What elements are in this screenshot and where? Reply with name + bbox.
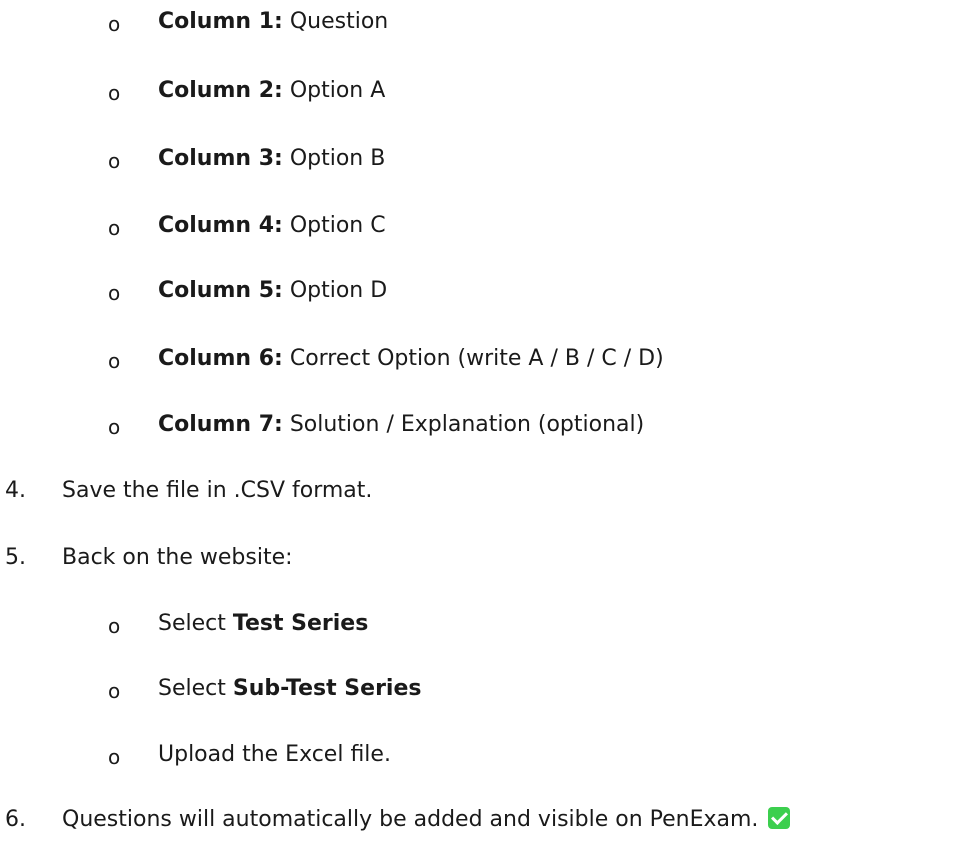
bullet-icon: o xyxy=(108,679,121,703)
bullet-icon: o xyxy=(108,349,121,373)
bullet-icon: o xyxy=(108,12,121,36)
bullet-icon: o xyxy=(108,216,121,240)
check-mark-button-icon xyxy=(768,807,791,829)
column-label: Column 4: xyxy=(158,213,283,238)
column-value: Solution / Explanation (optional) xyxy=(289,412,645,437)
bullet-icon: o xyxy=(108,149,121,173)
bullet-icon: o xyxy=(108,614,121,638)
step-text: Back on the website: xyxy=(62,545,293,570)
website-item-bold: Test Series xyxy=(232,611,369,636)
column-value: Correct Option (write A / B / C / D) xyxy=(289,346,664,371)
column-value: Option A xyxy=(289,78,386,103)
column-label: Column 5: xyxy=(158,278,283,303)
website-item-bold: Sub-Test Series xyxy=(232,676,422,701)
bullet-icon: o xyxy=(108,415,121,439)
bullet-icon: o xyxy=(108,81,121,105)
step-number: 4. xyxy=(5,478,26,503)
column-value: Option C xyxy=(289,213,386,238)
step-number: 5. xyxy=(5,545,26,570)
column-value: Option B xyxy=(289,146,386,171)
column-value: Question xyxy=(289,9,389,34)
bullet-icon: o xyxy=(108,745,121,769)
column-label: Column 3: xyxy=(158,146,283,171)
column-label: Column 6: xyxy=(158,346,283,371)
step-text: Save the file in .CSV format. xyxy=(62,478,373,503)
document-page: o Column 1: Question o Column 2: Option … xyxy=(0,0,973,841)
step-text: Questions will automatically be added an… xyxy=(62,807,759,832)
column-value: Option D xyxy=(289,278,388,303)
step-number: 6. xyxy=(5,807,26,832)
column-label: Column 7: xyxy=(158,412,283,437)
bullet-icon: o xyxy=(108,281,121,305)
column-label: Column 1: xyxy=(158,9,283,34)
column-label: Column 2: xyxy=(158,78,283,103)
